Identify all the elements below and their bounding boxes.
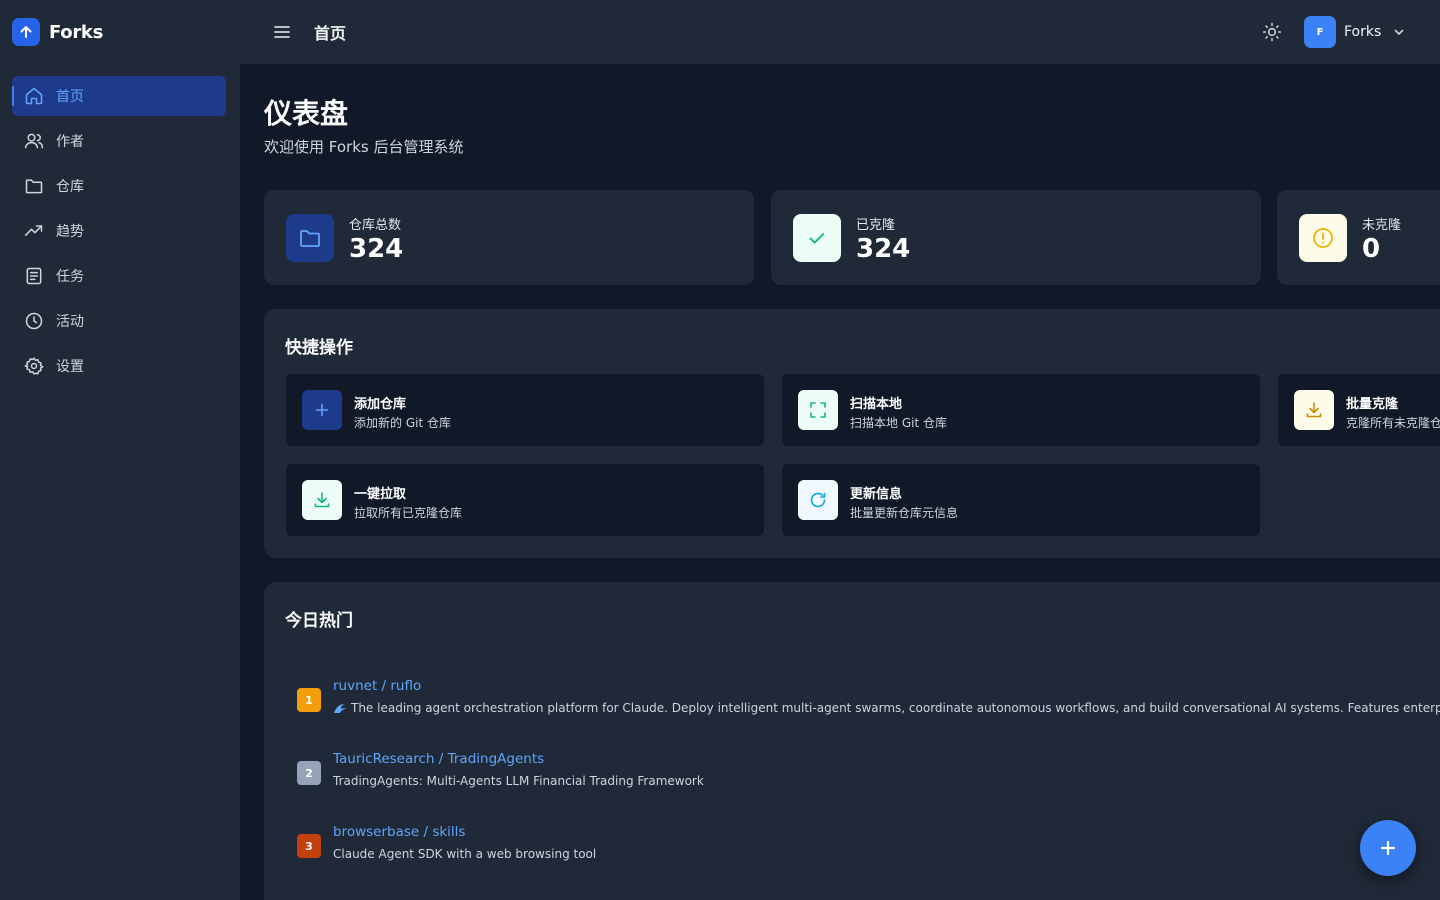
sidebar-item-home[interactable]: 首页 [12, 76, 226, 116]
sidebar-item-trends[interactable]: 趋势 [12, 211, 226, 251]
repo-desc: Claude Agent SDK with a web browsing too… [333, 847, 597, 861]
stat-card-uncloned: 未克隆 0 [1277, 190, 1440, 285]
plus-icon [1378, 838, 1398, 858]
sidebar-item-tasks[interactable]: 任务 [12, 256, 226, 296]
sidebar-item-label: 作者 [56, 134, 84, 150]
user-name: Forks [1344, 24, 1382, 40]
pull-all-button[interactable]: 一键拉取 拉取所有已克隆仓库 [286, 464, 764, 536]
wave-emoji-icon [333, 702, 347, 714]
alert-circle-icon [1299, 214, 1347, 262]
action-desc: 添加新的 Git 仓库 [354, 416, 451, 430]
sidebar-item-label: 仓库 [56, 179, 84, 195]
action-title: 添加仓库 [354, 397, 407, 412]
quick-actions-panel: 快捷操作 添加仓库 添加新的 Git 仓库 扫描本地 扫描本地 Git 仓库 批… [264, 309, 1440, 558]
sidebar-item-label: 首页 [56, 89, 84, 105]
scan-local-button[interactable]: 扫描本地 扫描本地 Git 仓库 [782, 374, 1260, 446]
stat-label: 仓库总数 [349, 218, 402, 233]
batch-clone-button[interactable]: 批量克隆 克隆所有未克隆仓库 [1278, 374, 1440, 446]
stat-value: 324 [349, 234, 404, 264]
sidebar-item-label: 任务 [56, 269, 84, 285]
page-subtitle: 欢迎使用 Forks 后台管理系统 [264, 138, 464, 156]
stat-value: 324 [856, 234, 911, 264]
stat-card-total: 仓库总数 324 [264, 190, 754, 285]
trending-title: 今日热门 [285, 611, 353, 631]
folder-icon [286, 214, 334, 262]
stat-card-cloned: 已克隆 324 [771, 190, 1261, 285]
rank-badge: 3 [297, 834, 321, 858]
gear-icon [24, 356, 44, 376]
action-title: 更新信息 [850, 487, 903, 502]
repo-desc: TradingAgents: Multi-Agents LLM Financia… [333, 774, 704, 788]
sidebar-item-settings[interactable]: 设置 [12, 346, 226, 386]
quick-actions-title: 快捷操作 [285, 338, 353, 358]
action-title: 一键拉取 [354, 487, 407, 502]
floating-add-button[interactable] [1360, 820, 1416, 876]
clock-icon [24, 311, 44, 331]
sidebar-item-label: 设置 [56, 359, 84, 375]
rank-badge: 1 [297, 688, 321, 712]
repo-link[interactable]: TauricResearch / TradingAgents [333, 751, 544, 767]
refresh-icon [798, 480, 838, 520]
page-title: 仪表盘 [264, 97, 349, 130]
rank-badge: 2 [297, 761, 321, 785]
scan-icon [798, 390, 838, 430]
sidebar-item-repos[interactable]: 仓库 [12, 166, 226, 206]
repo-link[interactable]: ruvnet / ruflo [333, 678, 421, 694]
action-title: 扫描本地 [850, 397, 903, 412]
download-icon [1294, 390, 1334, 430]
sun-icon[interactable] [1262, 22, 1282, 42]
list-item: 3 browserbase / skills Claude Agent SDK … [297, 824, 1440, 874]
sidebar: Forks 首页 作者 仓库 趋势 任务 活动 设置 [0, 0, 240, 900]
action-desc: 克隆所有未克隆仓库 [1346, 416, 1440, 430]
list-item: 2 TauricResearch / TradingAgents Trading… [297, 751, 1440, 801]
stat-label: 未克隆 [1362, 218, 1402, 233]
action-desc: 批量更新仓库元信息 [850, 506, 959, 520]
menu-icon[interactable] [272, 22, 292, 42]
download-icon [302, 480, 342, 520]
action-desc: 拉取所有已克隆仓库 [354, 506, 463, 520]
sidebar-item-label: 活动 [56, 314, 84, 330]
list-item: 1 ruvnet / ruflo The leading agent orche… [297, 678, 1440, 728]
update-info-button[interactable]: 更新信息 批量更新仓库元信息 [782, 464, 1260, 536]
sidebar-item-activity[interactable]: 活动 [12, 301, 226, 341]
arrow-up-icon [12, 18, 40, 46]
plus-icon [302, 390, 342, 430]
home-icon [24, 86, 44, 106]
stat-label: 已克隆 [856, 218, 896, 233]
action-desc: 扫描本地 Git 仓库 [850, 416, 947, 430]
users-icon [24, 131, 44, 151]
trending-up-icon [24, 221, 44, 241]
check-icon [793, 214, 841, 262]
action-title: 批量克隆 [1346, 397, 1399, 412]
topbar-title: 首页 [314, 24, 347, 43]
sidebar-nav: 首页 作者 仓库 趋势 任务 活动 设置 [0, 76, 240, 386]
top-bar: 首页 F Forks [240, 0, 1440, 64]
sidebar-item-label: 趋势 [56, 224, 84, 240]
brand[interactable]: Forks [0, 0, 240, 64]
sidebar-item-authors[interactable]: 作者 [12, 121, 226, 161]
user-menu[interactable]: F Forks [1304, 16, 1405, 48]
repo-link[interactable]: browserbase / skills [333, 824, 465, 840]
folder-icon [24, 176, 44, 196]
task-list-icon [24, 266, 44, 286]
brand-name: Forks [49, 21, 103, 43]
chevron-down-icon [1393, 26, 1405, 38]
trending-panel: 今日热门 1 ruvnet / ruflo The leading agent … [264, 582, 1440, 900]
avatar: F [1304, 16, 1336, 48]
add-repo-button[interactable]: 添加仓库 添加新的 Git 仓库 [286, 374, 764, 446]
stat-value: 0 [1362, 234, 1381, 264]
repo-desc: The leading agent orchestration platform… [333, 701, 1440, 715]
